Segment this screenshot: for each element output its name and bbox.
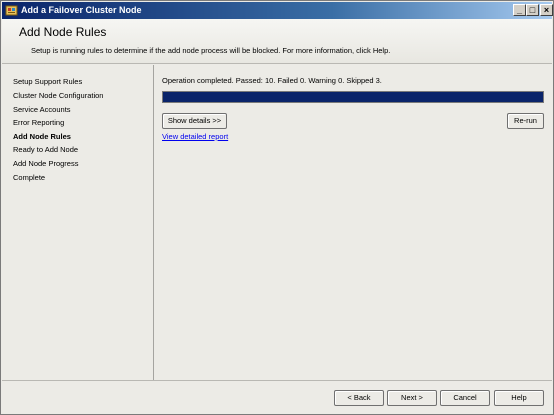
operation-status-text: Operation completed. Passed: 10. Failed …: [162, 76, 382, 85]
setup-app-icon: [5, 5, 18, 16]
wizard-header: Add Node Rules Setup is running rules to…: [2, 19, 552, 64]
close-button[interactable]: ×: [540, 4, 553, 16]
help-button[interactable]: Help: [494, 390, 544, 406]
progress-bar: [162, 91, 544, 103]
minimize-button[interactable]: _: [513, 4, 526, 16]
wizard-content: Setup Support Rules Cluster Node Configu…: [2, 65, 552, 380]
wizard-footer: < Back Next > Cancel Help: [2, 380, 552, 414]
step-error-reporting[interactable]: Error Reporting: [13, 118, 64, 127]
step-ready-to-add-node[interactable]: Ready to Add Node: [13, 145, 78, 154]
next-button[interactable]: Next >: [387, 390, 437, 406]
window-title: Add a Failover Cluster Node: [21, 5, 142, 15]
step-cluster-node-configuration[interactable]: Cluster Node Configuration: [13, 91, 103, 100]
step-service-accounts[interactable]: Service Accounts: [13, 105, 71, 114]
page-description: Setup is running rules to determine if t…: [31, 46, 391, 55]
progress-bar-fill: [163, 92, 543, 102]
back-button[interactable]: < Back: [334, 390, 384, 406]
show-details-button[interactable]: Show details >>: [162, 113, 227, 129]
cancel-button[interactable]: Cancel: [440, 390, 490, 406]
view-detailed-report-link[interactable]: View detailed report: [162, 132, 228, 141]
wizard-window: Add a Failover Cluster Node _ □ × Add No…: [0, 0, 554, 415]
step-setup-support-rules[interactable]: Setup Support Rules: [13, 77, 82, 86]
rerun-button[interactable]: Re-run: [507, 113, 544, 129]
step-complete[interactable]: Complete: [13, 173, 45, 182]
steps-sidebar: Setup Support Rules Cluster Node Configu…: [2, 65, 154, 380]
main-panel: Operation completed. Passed: 10. Failed …: [155, 65, 552, 380]
page-title: Add Node Rules: [19, 25, 107, 39]
step-add-node-rules[interactable]: Add Node Rules: [13, 132, 71, 141]
step-add-node-progress[interactable]: Add Node Progress: [13, 159, 78, 168]
title-bar[interactable]: Add a Failover Cluster Node _ □ ×: [2, 2, 553, 19]
maximize-button[interactable]: □: [526, 4, 539, 16]
